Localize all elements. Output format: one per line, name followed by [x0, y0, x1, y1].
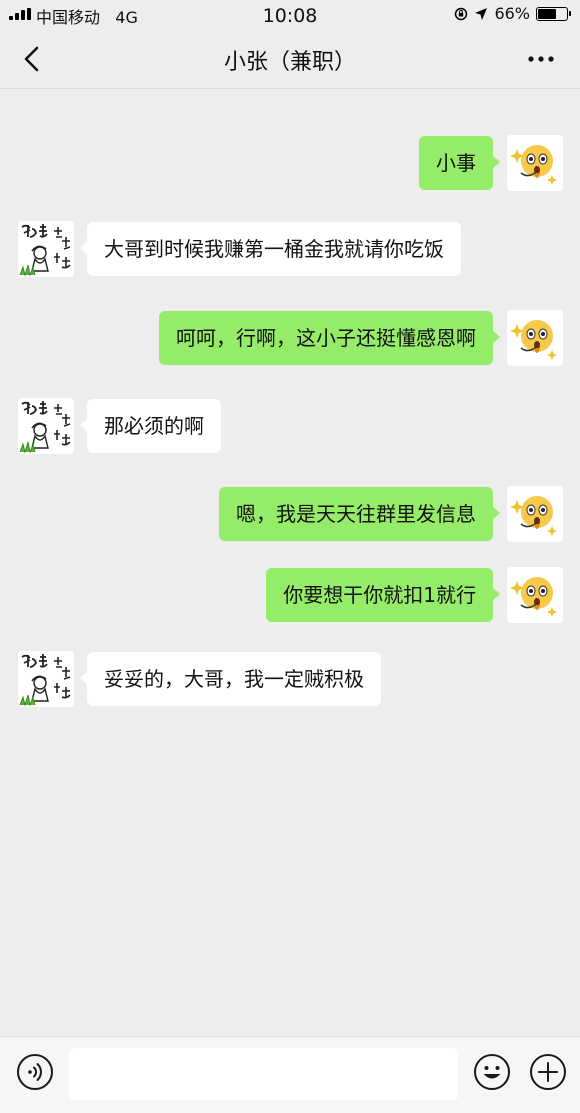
- plus-icon[interactable]: [529, 1053, 567, 1091]
- message-bubble[interactable]: 大哥到时候我赚第一桶金我就请你吃饭: [80, 222, 461, 276]
- message-bubble[interactable]: 那必须的啊: [80, 399, 221, 453]
- self-avatar[interactable]: [507, 135, 563, 191]
- battery-percentage: 66%: [494, 4, 530, 23]
- emoji-icon[interactable]: [473, 1053, 511, 1091]
- surprised-emoji-avatar: [510, 145, 557, 185]
- surprised-emoji-avatar: [510, 577, 557, 617]
- surprised-emoji-avatar: [510, 320, 557, 360]
- message-bubble[interactable]: 你要想干你就扣1就行: [266, 568, 500, 622]
- meme-sticker-avatar: [19, 224, 71, 277]
- contact-avatar[interactable]: [18, 221, 74, 277]
- contact-avatar[interactable]: [18, 651, 74, 707]
- message-bubble[interactable]: 嗯，我是天天往群里发信息: [219, 487, 500, 541]
- self-avatar[interactable]: [507, 486, 563, 542]
- message-input[interactable]: [69, 1048, 458, 1100]
- orientation-lock-icon: [455, 7, 468, 20]
- status-bar: 中国移动 4G 10:08 66%: [0, 0, 580, 30]
- battery-icon: [536, 6, 571, 21]
- chat-title: 小张（兼职）: [223, 50, 356, 75]
- message-bubble[interactable]: 小事: [419, 136, 500, 190]
- message-bubble[interactable]: 妥妥的，大哥，我一定贼积极: [80, 652, 381, 706]
- meme-sticker-avatar: [19, 654, 71, 707]
- surprised-emoji-avatar: [510, 496, 557, 536]
- contact-avatar[interactable]: [18, 398, 74, 454]
- message-bubble[interactable]: 呵呵，行啊，这小子还挺懂感恩啊: [159, 311, 500, 365]
- location-icon: [475, 7, 488, 20]
- voice-icon[interactable]: [16, 1053, 54, 1091]
- navigation-bar: 小张（兼职）: [0, 30, 580, 89]
- self-avatar[interactable]: [507, 567, 563, 623]
- self-avatar[interactable]: [507, 310, 563, 366]
- more-options-button[interactable]: [524, 46, 558, 72]
- input-bar: [0, 1036, 580, 1113]
- meme-sticker-avatar: [19, 401, 71, 454]
- chat-area[interactable]: 小事 大哥到时候我赚第一桶金我就请你吃饭 呵呵，行啊，这小子还挺懂感恩啊 那必须…: [0, 90, 580, 1036]
